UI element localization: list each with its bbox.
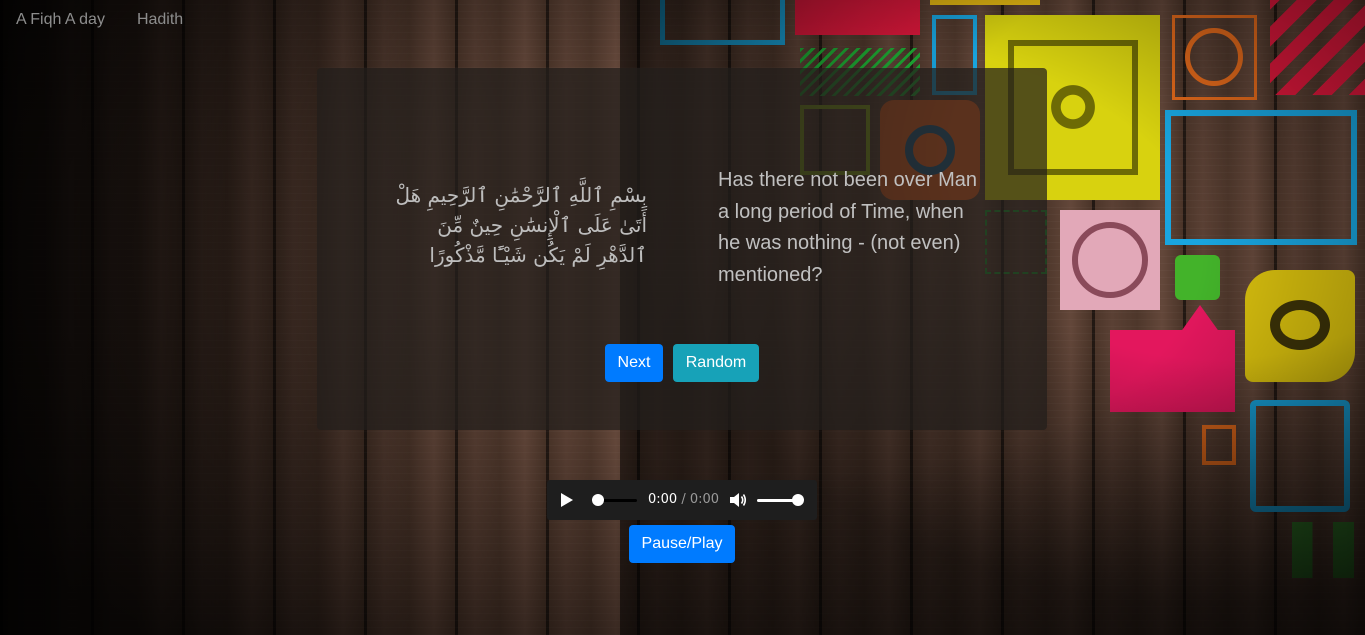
arabic-verse-text: بِسْمِ ٱللَّهِ ٱلرَّحْمَٰنِ ٱلرَّحِيمِ ه… <box>395 183 647 267</box>
verse-translation-text: Has there not been over Man a long perio… <box>718 169 978 286</box>
volume-knob[interactable] <box>792 494 804 506</box>
audio-current-time: 0:00 <box>648 492 678 507</box>
audio-time-display: 0:00 / 0:00 <box>648 492 719 508</box>
play-icon[interactable] <box>559 492 575 508</box>
nav-link-hadith[interactable]: Hadith <box>121 0 199 40</box>
audio-duration: 0:00 <box>689 492 720 507</box>
audio-time-separator: / <box>677 492 690 507</box>
next-button[interactable]: Next <box>605 344 663 382</box>
random-button[interactable]: Random <box>673 344 759 382</box>
audio-player: 0:00 / 0:00 <box>547 480 817 520</box>
pause-play-button[interactable]: Pause/Play <box>629 525 735 563</box>
audio-progress-knob[interactable] <box>592 494 604 506</box>
audio-progress-slider[interactable] <box>592 494 637 506</box>
volume-slider[interactable] <box>757 494 804 506</box>
volume-icon[interactable] <box>729 492 747 508</box>
top-navbar: A Fiqh A day Hadith <box>0 0 199 40</box>
nav-link-fiqh[interactable]: A Fiqh A day <box>0 0 121 40</box>
